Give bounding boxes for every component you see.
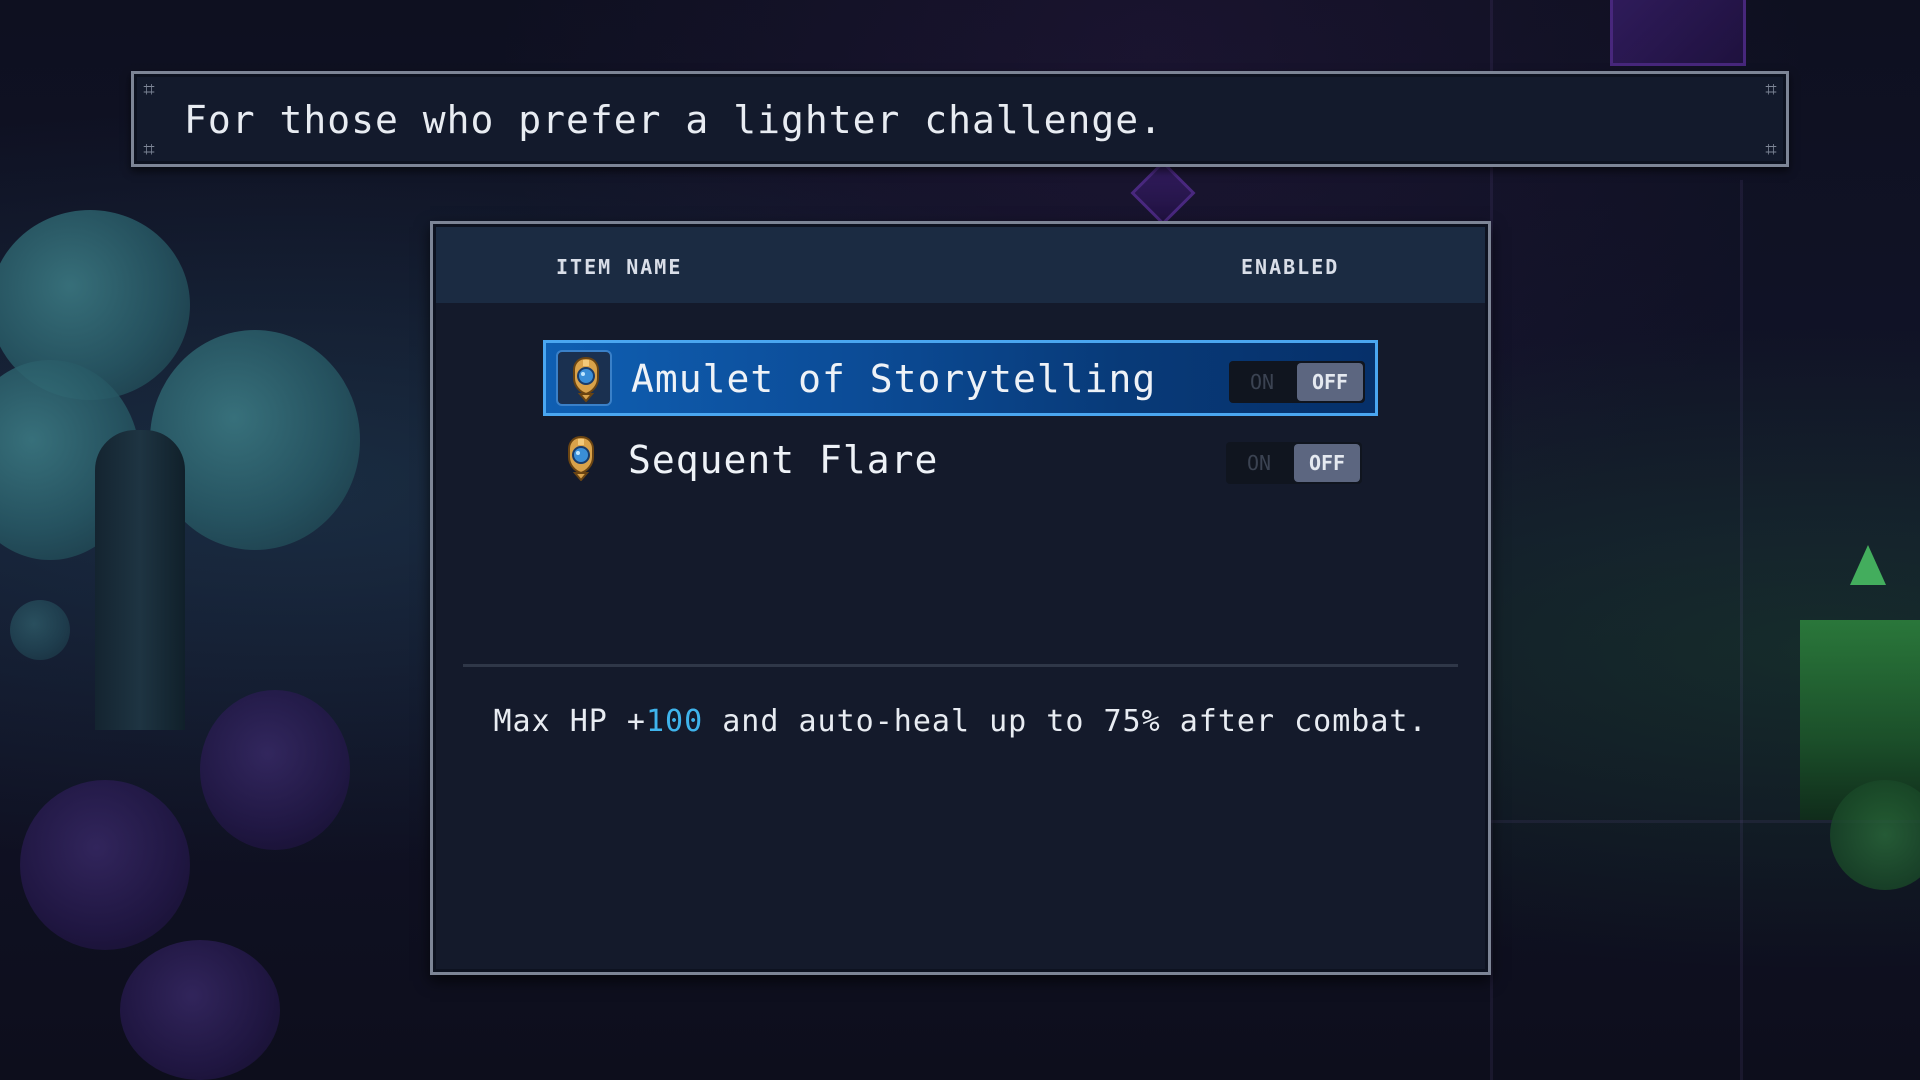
corner-ornament-icon: ⌗ xyxy=(1765,77,1777,101)
item-icon-frame xyxy=(556,350,612,406)
corner-ornament-icon: ⌗ xyxy=(1765,137,1777,161)
item-label: Sequent Flare xyxy=(628,438,939,482)
toggle-off-option[interactable]: OFF xyxy=(1297,363,1363,401)
corner-ornament-icon: ⌗ xyxy=(143,77,155,101)
toggle-on-option[interactable]: ON xyxy=(1229,361,1295,403)
game-screen: ⌗ ⌗ ⌗ ⌗ For those who prefer a lighter c… xyxy=(0,0,1920,1080)
divider xyxy=(463,664,1458,667)
toggle-on-option[interactable]: ON xyxy=(1226,442,1292,484)
amulet-icon xyxy=(573,356,599,402)
enabled-toggle[interactable]: ON OFF xyxy=(1229,361,1365,403)
items-panel: ⌗ ⌗ ⌗ ⌗ ITEM NAME ENABLED Amulet of Stor… xyxy=(430,221,1491,975)
description-suffix: and auto-heal up to 75% after combat. xyxy=(703,704,1428,739)
column-header-item-name: ITEM NAME xyxy=(556,255,683,279)
corner-ornament-icon: ⌗ xyxy=(143,137,155,161)
column-header-enabled: ENABLED xyxy=(1241,255,1340,279)
item-row-sequent-flare[interactable]: Sequent Flare ON OFF xyxy=(543,424,1378,500)
hint-text: For those who prefer a lighter challenge… xyxy=(184,98,1163,142)
item-row-amulet-of-storytelling[interactable]: Amulet of Storytelling ON OFF xyxy=(543,340,1378,416)
toggle-off-option[interactable]: OFF xyxy=(1294,444,1360,482)
item-icon-frame xyxy=(553,431,609,487)
description-prefix: Max HP + xyxy=(493,704,646,739)
hint-bar: ⌗ ⌗ ⌗ ⌗ For those who prefer a lighter c… xyxy=(131,71,1789,167)
item-description: Max HP +100 and auto-heal up to 75% afte… xyxy=(433,704,1488,739)
panel-header: ITEM NAME ENABLED xyxy=(436,227,1485,303)
amulet-icon xyxy=(568,435,594,481)
hp-bonus-value: 100 xyxy=(645,704,704,739)
item-label: Amulet of Storytelling xyxy=(631,357,1157,401)
enabled-toggle[interactable]: ON OFF xyxy=(1226,442,1362,484)
